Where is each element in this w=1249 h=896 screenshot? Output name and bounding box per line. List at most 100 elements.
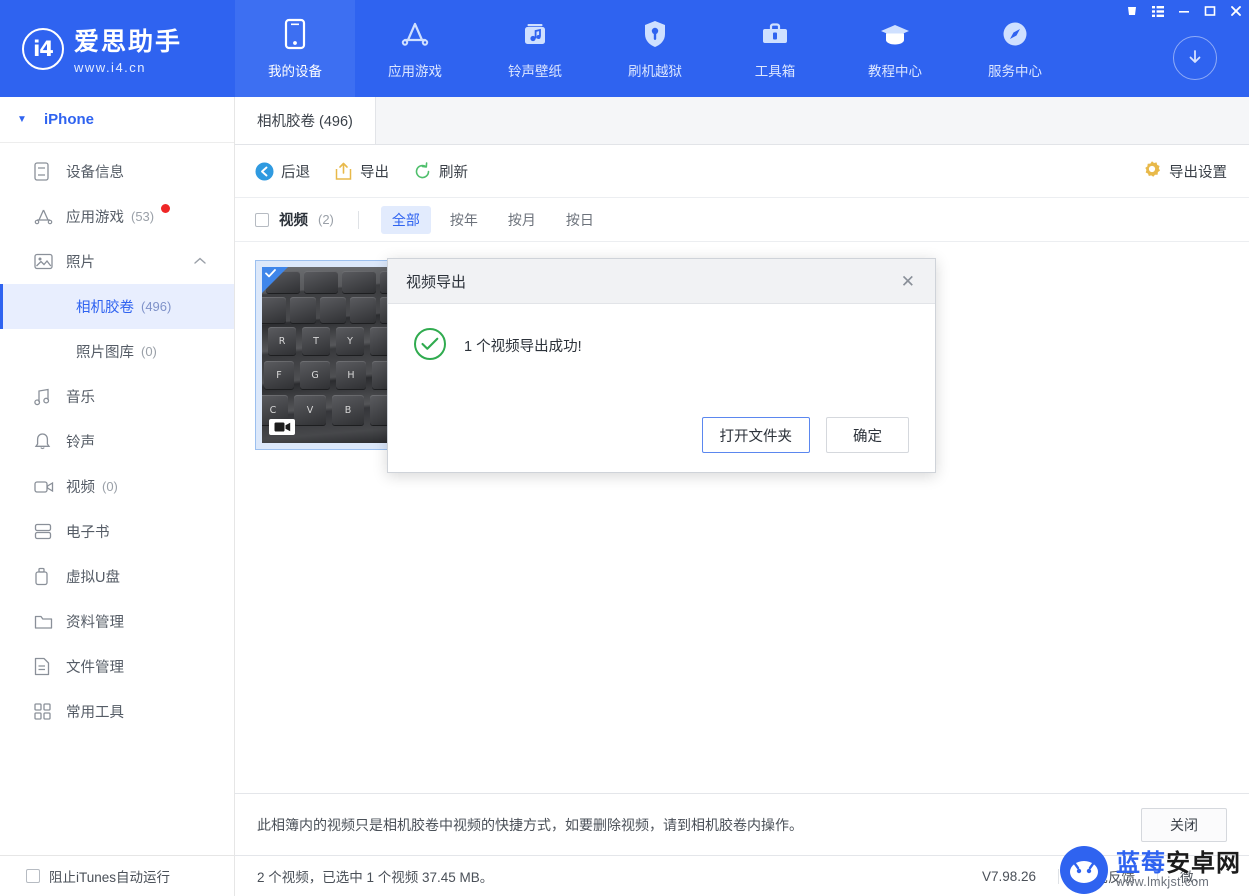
- block-itunes-checkbox[interactable]: [26, 869, 40, 883]
- sidebar-item-photos[interactable]: 照片: [0, 239, 234, 284]
- device-selector[interactable]: ▼ iPhone: [0, 97, 234, 143]
- refresh-button[interactable]: 刷新: [413, 161, 468, 182]
- back-arrow-icon: [255, 162, 274, 181]
- maximize-icon[interactable]: [1197, 0, 1223, 22]
- compass-icon: [1000, 17, 1030, 51]
- i4-logo-icon: i4: [22, 27, 64, 70]
- sidebar-item-photo-library[interactable]: 照片图库 (0): [0, 329, 234, 374]
- dialog-body: 1 个视频导出成功!: [388, 304, 935, 398]
- nav-item-tutorial-center[interactable]: 教程中心: [835, 0, 955, 97]
- success-check-icon: [414, 328, 446, 360]
- dialog-footer: 打开文件夹 确定: [388, 398, 935, 472]
- nav-label: 刷机越狱: [628, 64, 682, 79]
- sidebar-list: 设备信息 应用游戏 (53) 照片 相机胶卷 (496) 照片图库 (0) 音乐…: [0, 143, 234, 855]
- sidebar-item-common-tools[interactable]: 常用工具: [0, 689, 234, 734]
- nav-item-apps-games[interactable]: 应用游戏: [355, 0, 475, 97]
- appstore-icon: [400, 17, 430, 51]
- back-button[interactable]: 后退: [255, 161, 310, 182]
- key-g: G: [300, 361, 330, 389]
- gear-icon: [1143, 160, 1161, 182]
- nav-label: 工具箱: [754, 64, 796, 79]
- nav-label: 教程中心: [868, 64, 922, 79]
- sidebar-item-device-info[interactable]: 设备信息: [0, 149, 234, 194]
- bell-icon: [34, 432, 66, 451]
- watermark: 蓝莓安卓网 www.lmkjst.com: [1060, 846, 1241, 894]
- app-version: V7.98.26: [981, 868, 1036, 884]
- filter-tab-all[interactable]: 全部: [380, 205, 431, 234]
- key-r: R: [268, 327, 296, 355]
- filter-bar: 视频 (2) 全部 按年 按月 按日: [235, 198, 1249, 242]
- select-all-videos-row[interactable]: 视频 (2): [255, 209, 334, 230]
- sidebar-item-virtual-usb[interactable]: 虚拟U盘: [0, 554, 234, 599]
- sidebar-sub-label: 照片图库: [76, 345, 134, 361]
- filter-tab-by-day[interactable]: 按日: [555, 206, 605, 234]
- nav-item-toolbox[interactable]: 工具箱: [715, 0, 835, 97]
- music-note-icon: [34, 388, 66, 406]
- sidebar-item-video[interactable]: 视频 (0): [0, 464, 234, 509]
- selected-check-icon: [265, 269, 276, 281]
- close-icon[interactable]: ✕: [895, 271, 921, 292]
- nav-item-ringtone-wallpaper[interactable]: 铃声壁纸: [475, 0, 595, 97]
- video-thumbnail-item[interactable]: R T Y F G H C V B: [255, 260, 401, 450]
- video-camera-icon: [269, 419, 295, 435]
- select-all-checkbox[interactable]: [255, 212, 269, 227]
- key-b: B: [332, 395, 364, 425]
- top-navigation-bar: i4 爱思助手 www.i4.cn 我的设备 应用游戏 铃声壁纸 刷机越狱 工具…: [0, 0, 1249, 97]
- dialog-title: 视频导出: [406, 273, 467, 291]
- brand-url: www.i4.cn: [74, 60, 147, 75]
- key-t: T: [302, 327, 330, 355]
- status-info: 2 个视频，已选中 1 个视频 37.45 MB。: [257, 870, 494, 885]
- sidebar-item-file-management[interactable]: 文件管理: [0, 644, 234, 689]
- music-box-icon: [521, 17, 549, 51]
- sidebar-item-apps-games[interactable]: 应用游戏 (53): [0, 194, 234, 239]
- nav-item-flash-jailbreak[interactable]: 刷机越狱: [595, 0, 715, 97]
- filter-tab-by-year[interactable]: 按年: [439, 206, 489, 234]
- sidebar-item-data-management[interactable]: 资料管理: [0, 599, 234, 644]
- sidebar-item-camera-roll[interactable]: 相机胶卷 (496): [0, 284, 234, 329]
- select-all-count: (2): [318, 212, 334, 227]
- close-note-button[interactable]: 关闭: [1141, 807, 1227, 842]
- download-circle-icon: [1173, 36, 1217, 80]
- nav-label: 铃声壁纸: [508, 64, 562, 79]
- sidebar-item-label: 文件管理: [66, 660, 124, 676]
- android-mascot-icon: [1060, 846, 1108, 894]
- sidebar-item-ringtone[interactable]: 铃声: [0, 419, 234, 464]
- export-icon: [334, 162, 353, 181]
- filter-tab-by-month[interactable]: 按月: [497, 206, 547, 234]
- nav-item-my-device[interactable]: 我的设备: [235, 0, 355, 97]
- block-itunes-checkbox-row[interactable]: 阻止iTunes自动运行: [0, 855, 234, 896]
- folder-icon: [34, 614, 66, 630]
- app-window: i4 爱思助手 www.i4.cn 我的设备 应用游戏 铃声壁纸 刷机越狱 工具…: [0, 0, 1249, 896]
- download-manager-button[interactable]: [1173, 36, 1221, 84]
- minimize-icon[interactable]: [1171, 0, 1197, 22]
- graduation-cap-icon: [879, 17, 911, 51]
- open-folder-button[interactable]: 打开文件夹: [701, 417, 810, 453]
- sidebar-item-label: 铃声: [66, 435, 95, 451]
- body-region: ▼ iPhone 设备信息 应用游戏 (53) 照片 相机胶卷 (496) 照片…: [0, 96, 1249, 896]
- message-icon[interactable]: [1119, 0, 1145, 22]
- content-toolbar: 后退 导出 刷新 导出设置: [235, 145, 1249, 198]
- grid-tools-icon: [34, 703, 66, 720]
- device-name: iPhone: [44, 111, 95, 128]
- device-info-icon: [34, 162, 66, 181]
- key-y: Y: [336, 327, 364, 355]
- close-icon[interactable]: [1223, 0, 1249, 22]
- sidebar-item-ebook[interactable]: 电子书: [0, 509, 234, 554]
- sidebar-item-label: 资料管理: [66, 615, 124, 631]
- tab-camera-roll[interactable]: 相机胶卷 (496): [235, 96, 376, 144]
- phone-icon: [282, 17, 308, 51]
- export-button[interactable]: 导出: [334, 161, 389, 182]
- sidebar-item-label: 照片: [66, 255, 95, 271]
- sidebar-item-label: 应用游戏: [66, 210, 124, 226]
- sidebar-item-label: 音乐: [66, 390, 95, 406]
- nav-item-service-center[interactable]: 服务中心: [955, 0, 1075, 97]
- export-settings-button[interactable]: 导出设置: [1143, 160, 1227, 182]
- sidebar-item-music[interactable]: 音乐: [0, 374, 234, 419]
- list-icon[interactable]: [1145, 0, 1171, 22]
- photo-icon: [34, 253, 66, 270]
- refresh-button-label: 刷新: [439, 164, 468, 181]
- confirm-button[interactable]: 确定: [826, 417, 909, 453]
- nav-label: 服务中心: [988, 64, 1042, 79]
- nav-label: 应用游戏: [388, 64, 442, 79]
- export-settings-label: 导出设置: [1169, 164, 1227, 181]
